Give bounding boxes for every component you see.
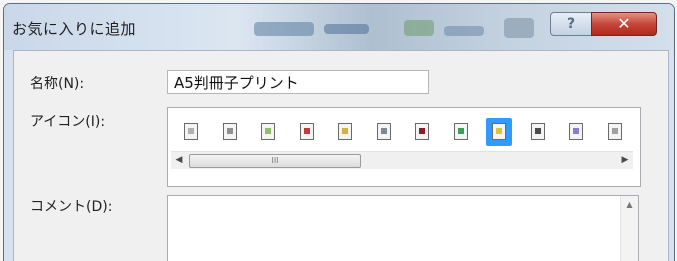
- name-input[interactable]: A5判冊子プリント: [167, 70, 429, 94]
- scroll-right-icon[interactable]: ▶: [617, 152, 633, 169]
- name-label: 名称(N):: [30, 76, 85, 92]
- document-icon: [222, 123, 237, 140]
- title-bar[interactable]: お気に入りに追加 ? ✕: [4, 4, 674, 50]
- doc-image-icon[interactable]: [448, 118, 474, 146]
- document-icon: [338, 123, 352, 140]
- doc-green-icon[interactable]: [255, 118, 281, 146]
- add-favorite-dialog: お気に入りに追加 ? ✕ 名称(N): A5判冊子プリント アイコン(I): ◀…: [3, 3, 675, 261]
- icon-accent: [380, 128, 387, 134]
- document-icon: [261, 123, 275, 140]
- icon-accent: [611, 128, 618, 134]
- icon-accent: [303, 128, 310, 134]
- icon-accent: [265, 128, 271, 134]
- background-blur: [404, 20, 434, 36]
- icon-accent: [573, 128, 579, 134]
- icon-accent: [496, 128, 502, 134]
- comment-label: コメント(D):: [30, 199, 113, 215]
- doc-yellow-icon[interactable]: [332, 118, 358, 146]
- doc-gray-icon[interactable]: [371, 118, 397, 146]
- dialog-title: お気に入りに追加: [12, 20, 137, 38]
- document-icon: [569, 123, 583, 140]
- icon-accent: [419, 128, 425, 134]
- document-icon: [299, 123, 314, 140]
- icon-accent: [226, 128, 233, 134]
- comment-textarea[interactable]: ▲: [167, 195, 639, 261]
- background-blur: [254, 22, 314, 36]
- doc-selected-icon[interactable]: [486, 118, 512, 146]
- document-icon: [376, 123, 391, 140]
- vertical-scrollbar[interactable]: ▲: [620, 196, 638, 261]
- icon-strip: [178, 118, 638, 146]
- icon-accent: [457, 128, 464, 134]
- doc-dark-red-icon[interactable]: [409, 118, 435, 146]
- doc-plain-icon[interactable]: [178, 118, 204, 146]
- icon-accent: [534, 128, 541, 134]
- background-blur: [504, 18, 534, 38]
- horizontal-scrollbar[interactable]: ◀ III ▶: [171, 151, 633, 169]
- background-blur: [324, 24, 369, 34]
- doc-dark-icon[interactable]: [525, 118, 551, 146]
- icon-accent: [188, 128, 194, 134]
- doc-partial-icon[interactable]: [602, 118, 628, 146]
- scroll-up-icon[interactable]: ▲: [621, 198, 638, 212]
- document-icon: [184, 123, 198, 140]
- help-button[interactable]: ?: [550, 12, 592, 36]
- document-icon: [492, 123, 506, 140]
- document-icon: [453, 123, 468, 140]
- document-icon: [607, 123, 622, 140]
- scroll-left-icon[interactable]: ◀: [171, 152, 187, 169]
- background-blur: [444, 26, 484, 36]
- scroll-thumb[interactable]: III: [189, 154, 361, 168]
- icon-label: アイコン(I):: [30, 114, 106, 130]
- dialog-body: 名称(N): A5判冊子プリント アイコン(I): ◀ III ▶ コメント(D…: [13, 50, 669, 261]
- doc-red-icon[interactable]: [294, 118, 320, 146]
- close-button[interactable]: ✕: [591, 12, 657, 36]
- doc-purple-icon[interactable]: [563, 118, 589, 146]
- icon-accent: [342, 128, 348, 134]
- document-icon: [415, 123, 429, 140]
- doc-lines-icon[interactable]: [217, 118, 243, 146]
- icon-picker[interactable]: ◀ III ▶: [167, 107, 641, 187]
- document-icon: [530, 123, 545, 140]
